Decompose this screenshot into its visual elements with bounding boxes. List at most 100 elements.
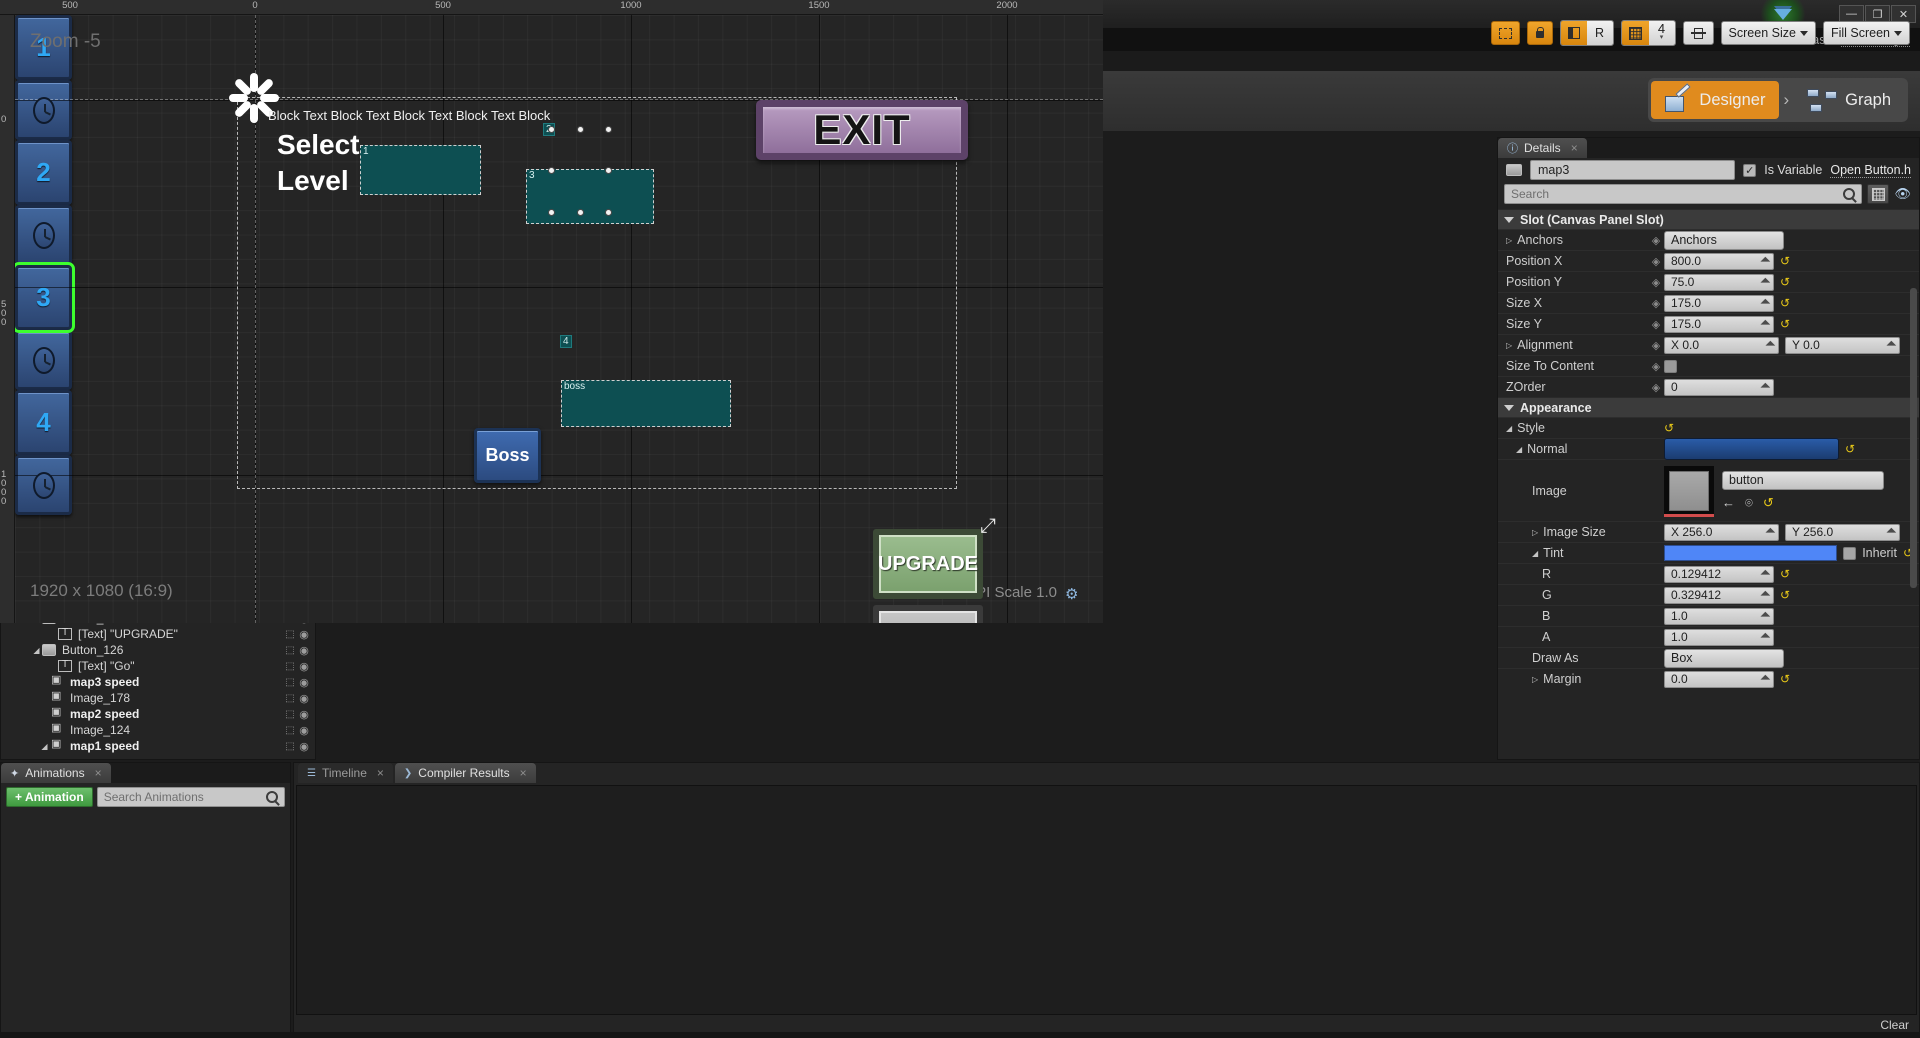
dropdown-select[interactable]: Box — [1664, 648, 1784, 668]
lock-icon[interactable]: ⬚ — [283, 709, 297, 720]
lock-icon[interactable]: ⬚ — [283, 693, 297, 704]
drag-handle-icon[interactable]: ◤ — [1759, 568, 1772, 581]
tab-compiler-results[interactable]: ❯ Compiler Results × — [394, 763, 536, 783]
checkbox[interactable] — [1664, 359, 1677, 373]
expander-icon[interactable]: ◢ — [1532, 549, 1538, 558]
lock-icon[interactable]: ⬚ — [283, 677, 297, 688]
hierarchy-row[interactable]: [Text] "Go" ⬚◉ — [1, 658, 315, 674]
resize-handle[interactable] — [605, 209, 612, 216]
expander-icon[interactable]: ◢ — [31, 646, 42, 655]
map-image-1[interactable] — [15, 80, 72, 140]
revert-to-default-icon[interactable]: ↺ — [1780, 588, 1790, 602]
details-column-view-button[interactable] — [1867, 184, 1890, 204]
animations-search[interactable] — [96, 787, 285, 807]
open-button-h-link[interactable]: Open Button.h — [1830, 163, 1911, 178]
drag-handle-icon[interactable]: ◤ — [1759, 673, 1772, 686]
expander-icon[interactable]: ▷ — [1506, 236, 1512, 245]
details-visibility-button[interactable]: 👁 — [1894, 186, 1913, 202]
use-selected-asset-icon[interactable]: ← — [1722, 495, 1735, 510]
details-scrollbar[interactable] — [1910, 288, 1917, 588]
tab-details[interactable]: ⓘ Details × — [1498, 138, 1587, 158]
help-button[interactable]: HELP — [873, 605, 983, 623]
revert-to-default-icon[interactable]: ↺ — [1780, 296, 1790, 310]
hierarchy-row[interactable]: ◢ map1 speed ⬚◉ — [1, 737, 315, 754]
designer-viewport[interactable]: 500 0 500 1000 1500 2000 0 5 0 0 1 0 0 0… — [0, 0, 1910, 623]
hitbox-boss[interactable]: boss — [561, 380, 731, 427]
bind-property-icon[interactable]: ◈ — [1648, 318, 1664, 331]
drag-handle-icon[interactable]: ◤ — [1759, 318, 1772, 331]
tab-details-close-icon[interactable]: × — [1571, 141, 1578, 155]
map-button-3[interactable]: 3 — [15, 262, 75, 333]
compiler-results-output[interactable] — [296, 785, 1917, 1015]
resize-handle[interactable] — [605, 167, 612, 174]
outline-toggle-button[interactable] — [1490, 21, 1520, 45]
screen-size-select[interactable]: Screen Size — [1720, 21, 1816, 45]
fill-screen-select[interactable]: Fill Screen — [1822, 21, 1910, 45]
clear-results-link[interactable]: Clear — [1880, 1018, 1909, 1033]
bind-property-icon[interactable]: ◈ — [1648, 360, 1664, 373]
map-image-3[interactable] — [15, 330, 72, 390]
browse-to-asset-icon[interactable]: ⌾ — [1745, 495, 1753, 511]
details-section-header[interactable]: Appearance — [1498, 397, 1919, 417]
tab-animations[interactable]: ✦ Animations × — [1, 763, 111, 783]
widget-name-input[interactable]: map3 — [1530, 160, 1736, 180]
drag-handle-icon[interactable]: ◤ — [1885, 339, 1898, 352]
animations-search-input[interactable] — [103, 790, 266, 804]
bind-property-icon[interactable]: ◈ — [1648, 339, 1664, 352]
grid-snap-button[interactable] — [1621, 21, 1649, 45]
map-button-4[interactable]: 4 — [15, 390, 72, 455]
expander-icon[interactable]: ◢ — [1516, 445, 1522, 454]
boss-button[interactable]: Boss — [474, 428, 541, 483]
tab-animations-close-icon[interactable]: × — [95, 766, 102, 780]
inherit-checkbox[interactable] — [1843, 546, 1857, 560]
number-input[interactable]: 1.0 ◤ — [1664, 628, 1774, 646]
dropdown-select[interactable]: Anchors — [1664, 230, 1784, 250]
hierarchy-row[interactable]: map2 speed ⬚◉ — [1, 705, 315, 722]
revert-to-default-icon[interactable]: ↺ — [1780, 672, 1790, 686]
bind-property-icon[interactable]: ◈ — [1648, 297, 1664, 310]
number-input[interactable]: 0.0 ◤ — [1664, 670, 1774, 688]
tab-compiler-results-close-icon[interactable]: × — [520, 766, 527, 780]
expander-icon[interactable]: ▷ — [1532, 528, 1538, 537]
eye-icon[interactable]: ◉ — [297, 740, 311, 753]
tint-color-swatch[interactable] — [1664, 545, 1838, 561]
drag-handle-icon[interactable]: ◤ — [1759, 610, 1772, 623]
is-variable-checkbox[interactable]: ✓ — [1743, 163, 1757, 177]
dpi-settings-gear-icon[interactable]: ⚙ — [1065, 585, 1081, 603]
tab-timeline[interactable]: ☰ Timeline × — [298, 763, 393, 783]
hitbox-1[interactable]: 1 — [360, 145, 481, 195]
title-select[interactable]: Select — [277, 127, 360, 163]
number-input[interactable]: 800.0 ◤ — [1664, 252, 1774, 270]
bind-property-icon[interactable]: ◈ — [1648, 276, 1664, 289]
grid-size-stepper[interactable]: 4 ▾ — [1648, 21, 1675, 45]
number-input[interactable]: 0 ◤ — [1664, 378, 1774, 396]
number-input[interactable]: X 0.0 ◤ — [1664, 336, 1779, 354]
expander-icon[interactable]: ▷ — [1532, 675, 1538, 684]
details-search[interactable] — [1504, 184, 1863, 204]
drag-handle-icon[interactable]: ◤ — [1759, 297, 1772, 310]
drag-handle-icon[interactable]: ◤ — [1885, 526, 1898, 539]
hierarchy-row[interactable]: Image_178 ⬚◉ — [1, 689, 315, 706]
tab-graph[interactable]: Graph — [1793, 81, 1905, 119]
lock-icon[interactable]: ⬚ — [283, 725, 297, 736]
drag-handle-icon[interactable]: ◤ — [1759, 276, 1772, 289]
style-swatch[interactable] — [1664, 438, 1839, 460]
resize-handle[interactable] — [577, 209, 584, 216]
number-input[interactable]: 0.329412 ◤ — [1664, 586, 1774, 604]
lock-icon[interactable]: ⬚ — [283, 661, 297, 672]
asset-select[interactable]: button — [1722, 470, 1884, 490]
add-animation-button[interactable]: + Animation — [6, 787, 93, 807]
expander-icon[interactable]: ▷ — [1506, 341, 1512, 350]
resize-handle[interactable] — [548, 126, 555, 133]
number-input[interactable]: X 256.0 ◤ — [1664, 523, 1779, 541]
details-section-header[interactable]: Slot (Canvas Panel Slot) — [1498, 209, 1919, 229]
lock-icon[interactable]: ⬚ — [283, 645, 297, 656]
upgrade-button[interactable]: UPGRADE — [873, 529, 983, 599]
eye-icon[interactable]: ◉ — [297, 676, 311, 689]
image-thumbnail[interactable] — [1664, 465, 1714, 516]
eye-icon[interactable]: ◉ — [297, 692, 311, 705]
tab-timeline-close-icon[interactable]: × — [377, 766, 384, 780]
number-input[interactable]: 75.0 ◤ — [1664, 273, 1774, 291]
lock-icon[interactable]: ⬚ — [283, 629, 297, 640]
text-block-run[interactable]: Block Text Block Text Block Text Block T… — [268, 108, 550, 123]
